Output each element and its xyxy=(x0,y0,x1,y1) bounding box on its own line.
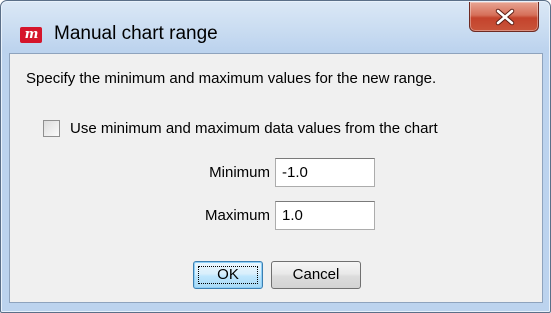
minimum-label: Minimum xyxy=(209,164,270,181)
window-title: Manual chart range xyxy=(54,23,218,44)
cancel-button[interactable]: Cancel xyxy=(271,261,361,289)
minimum-input[interactable] xyxy=(275,158,375,187)
close-button[interactable] xyxy=(469,2,539,32)
dialog-window: m Manual chart range Specify the minimum… xyxy=(0,0,551,313)
ok-button[interactable]: OK xyxy=(193,261,263,289)
title-bar[interactable]: m Manual chart range xyxy=(1,1,550,53)
use-data-values-checkbox[interactable] xyxy=(43,120,60,137)
app-logo-icon: m xyxy=(20,27,42,43)
maximum-input[interactable] xyxy=(275,201,375,230)
cancel-button-label: Cancel xyxy=(292,266,340,283)
use-data-values-label[interactable]: Use minimum and maximum data values from… xyxy=(70,120,438,137)
instruction-text: Specify the minimum and maximum values f… xyxy=(26,70,437,87)
dialog-content: Specify the minimum and maximum values f… xyxy=(9,53,543,303)
focus-ring xyxy=(198,266,258,284)
maximum-label: Maximum xyxy=(204,207,270,224)
close-icon xyxy=(495,8,515,26)
